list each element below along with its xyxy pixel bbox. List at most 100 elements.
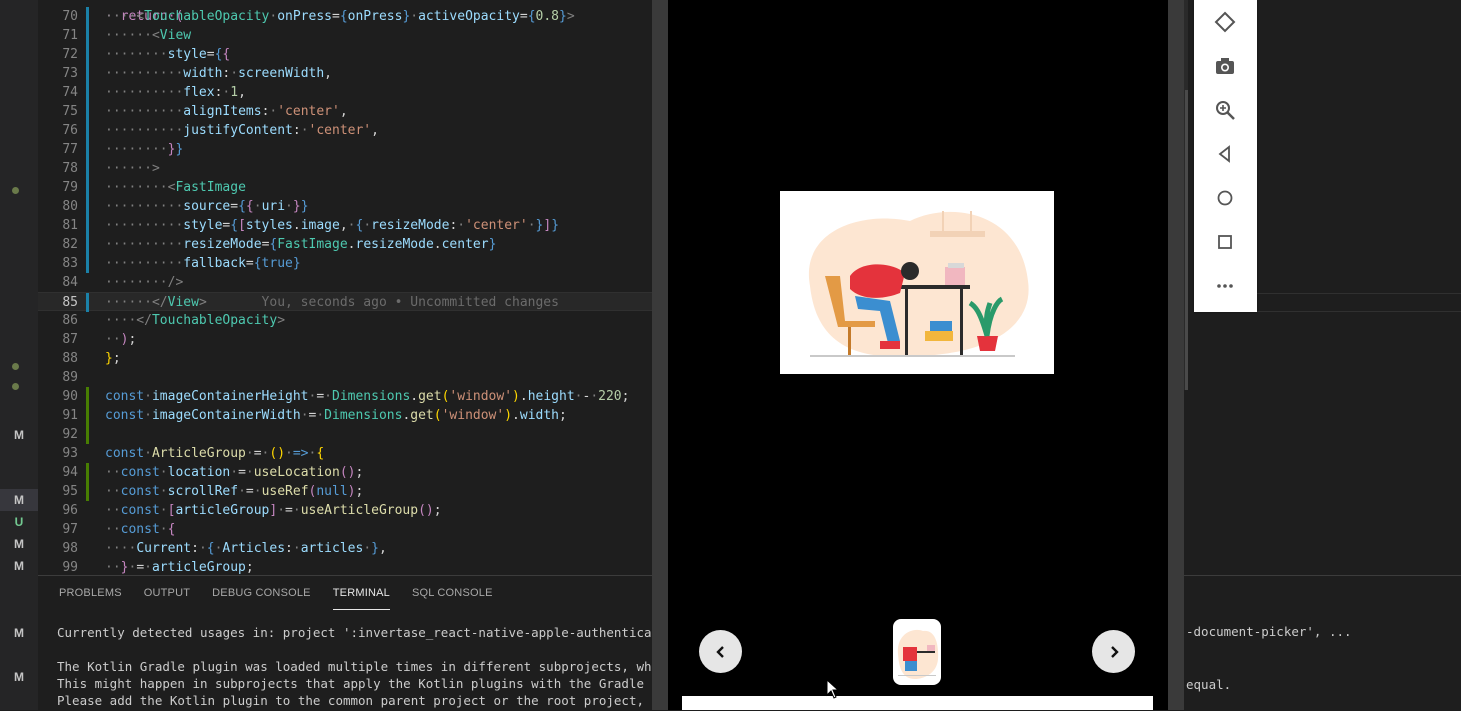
more-button[interactable]	[1213, 274, 1237, 298]
modified-line-indicator[interactable]	[86, 293, 89, 312]
code-line[interactable]: 99 ··}·=·articleGroup;	[38, 558, 652, 575]
code-line[interactable]: 84 ········/>	[38, 273, 652, 292]
device-screen[interactable]	[668, 0, 1168, 710]
line-number: 97	[62, 522, 78, 537]
code-editor[interactable]: ··return·( 70 ····<TouchableOpacity·onPre…	[38, 0, 652, 575]
code-line[interactable]: 92	[38, 425, 652, 444]
code-line[interactable]: 78 ······>	[38, 159, 652, 178]
line-number: 95	[62, 484, 78, 499]
code-line[interactable]: 89	[38, 368, 652, 387]
code-line[interactable]: 72 ········style={{	[38, 45, 652, 64]
tab-debug-console[interactable]: DEBUG CONSOLE	[212, 576, 311, 610]
tab-sql-console[interactable]: SQL CONSOLE	[412, 576, 493, 610]
added-line-indicator[interactable]	[86, 406, 89, 425]
added-line-indicator[interactable]	[86, 463, 89, 482]
code-text: ··········width:·screenWidth,	[105, 66, 332, 81]
code-line[interactable]: 82 ··········resizeMode={FastImage.resize…	[38, 235, 652, 254]
line-number: 86	[62, 313, 78, 328]
modified-line-indicator[interactable]	[86, 7, 89, 26]
line-number: 94	[62, 465, 78, 480]
code-line[interactable]: 85 ······</View> You, seconds ago • Uncom…	[38, 292, 652, 312]
code-text: ····<TouchableOpacity·onPress={onPress}·…	[105, 9, 575, 24]
modified-line-indicator[interactable]	[86, 26, 89, 45]
git-gutter: M M U M M M M	[0, 0, 38, 710]
overview-button[interactable]	[1213, 230, 1237, 254]
modified-line-indicator[interactable]	[86, 121, 89, 140]
code-line[interactable]: 87 ··);	[38, 330, 652, 349]
git-status-modified: M	[14, 537, 24, 551]
code-line[interactable]: 71 ······<View	[38, 26, 652, 45]
line-number: 82	[62, 237, 78, 252]
tab-terminal[interactable]: TERMINAL	[332, 576, 390, 610]
code-line[interactable]: 70 ····<TouchableOpacity·onPress={onPress…	[38, 7, 652, 26]
change-dot	[12, 187, 19, 194]
overview-icon	[1218, 235, 1232, 249]
code-line[interactable]: 98 ····Current:·{·Articles:·articles·},	[38, 539, 652, 558]
code-text: ··}·=·articleGroup;	[105, 560, 254, 575]
code-text: ··const·[articleGroup]·=·useArticleGroup…	[105, 503, 442, 518]
line-number: 85	[62, 295, 78, 310]
added-line-indicator[interactable]	[86, 425, 89, 444]
line-number: 88	[62, 351, 78, 366]
code-line[interactable]: 83 ··········fallback={true}	[38, 254, 652, 273]
screenshot-button[interactable]	[1213, 54, 1237, 78]
code-line[interactable]: 73 ··········width:·screenWidth,	[38, 64, 652, 83]
code-line[interactable]: 77 ········}}	[38, 140, 652, 159]
line-number: 90	[62, 389, 78, 404]
prev-button[interactable]	[699, 630, 742, 673]
tab-output[interactable]: OUTPUT	[144, 576, 190, 610]
modified-line-indicator[interactable]	[86, 197, 89, 216]
zoom-button[interactable]	[1213, 98, 1237, 122]
added-line-indicator[interactable]	[86, 387, 89, 406]
code-text: ··········resizeMode={FastImage.resizeMo…	[105, 237, 497, 252]
more-icon	[1217, 284, 1233, 288]
scrollbar[interactable]	[1185, 90, 1188, 390]
line-number: 79	[62, 180, 78, 195]
back-button[interactable]	[1213, 142, 1237, 166]
code-line: ··return·(	[105, 9, 184, 24]
code-text: };	[105, 351, 121, 366]
code-line[interactable]: 75 ··········alignItems:·'center',	[38, 102, 652, 121]
tab-problems[interactable]: PROBLEMS	[59, 576, 122, 610]
git-status-modified: M	[14, 670, 24, 684]
code-line[interactable]: 79 ········<FastImage	[38, 178, 652, 197]
modified-line-indicator[interactable]	[86, 254, 89, 273]
git-status-modified: M	[14, 559, 24, 573]
modified-line-indicator[interactable]	[86, 83, 89, 102]
code-text: ····Current:·{·Articles:·articles·},	[105, 541, 387, 556]
line-number: 83	[62, 256, 78, 271]
article-image[interactable]	[780, 191, 1054, 374]
line-number: 99	[62, 560, 78, 575]
code-line[interactable]: 93 const·ArticleGroup·=·()·=>·{	[38, 444, 652, 463]
chevron-right-icon	[1110, 645, 1119, 658]
home-button[interactable]	[1213, 186, 1237, 210]
line-number: 74	[62, 85, 78, 100]
line-number: 98	[62, 541, 78, 556]
rotate-button[interactable]	[1213, 10, 1237, 34]
code-line[interactable]: 76 ··········justifyContent:·'center',	[38, 121, 652, 140]
article-thumbnail[interactable]	[893, 619, 941, 685]
modified-line-indicator[interactable]	[86, 216, 89, 235]
git-status-modified[interactable]: M	[0, 489, 38, 511]
code-line[interactable]: 94 ··const·location·=·useLocation();	[38, 463, 652, 482]
code-line[interactable]: 97 ··const·{	[38, 520, 652, 539]
code-line[interactable]: 81 ··········style={[styles.image,·{·resi…	[38, 216, 652, 235]
code-line[interactable]: 86 ····</TouchableOpacity>	[38, 311, 652, 330]
modified-line-indicator[interactable]	[86, 140, 89, 159]
code-line[interactable]: 80 ··········source={{·uri·}}	[38, 197, 652, 216]
code-line[interactable]: 88};	[38, 349, 652, 368]
added-line-indicator[interactable]	[86, 482, 89, 501]
next-button[interactable]	[1092, 630, 1135, 673]
code-line[interactable]: 91 const·imageContainerWidth·=·Dimensions…	[38, 406, 652, 425]
modified-line-indicator[interactable]	[86, 102, 89, 121]
modified-line-indicator[interactable]	[86, 178, 89, 197]
code-line[interactable]: 74 ··········flex:·1,	[38, 83, 652, 102]
code-line[interactable]: 90 const·imageContainerHeight·=·Dimension…	[38, 387, 652, 406]
code-line[interactable]: 95 ··const·scrollRef·=·useRef(null);	[38, 482, 652, 501]
modified-line-indicator[interactable]	[86, 45, 89, 64]
modified-line-indicator[interactable]	[86, 235, 89, 254]
code-line[interactable]: 96 ··const·[articleGroup]·=·useArticleGro…	[38, 501, 652, 520]
modified-line-indicator[interactable]	[86, 159, 89, 178]
modified-line-indicator[interactable]	[86, 64, 89, 83]
code-text: ··const·location·=·useLocation();	[105, 465, 364, 480]
